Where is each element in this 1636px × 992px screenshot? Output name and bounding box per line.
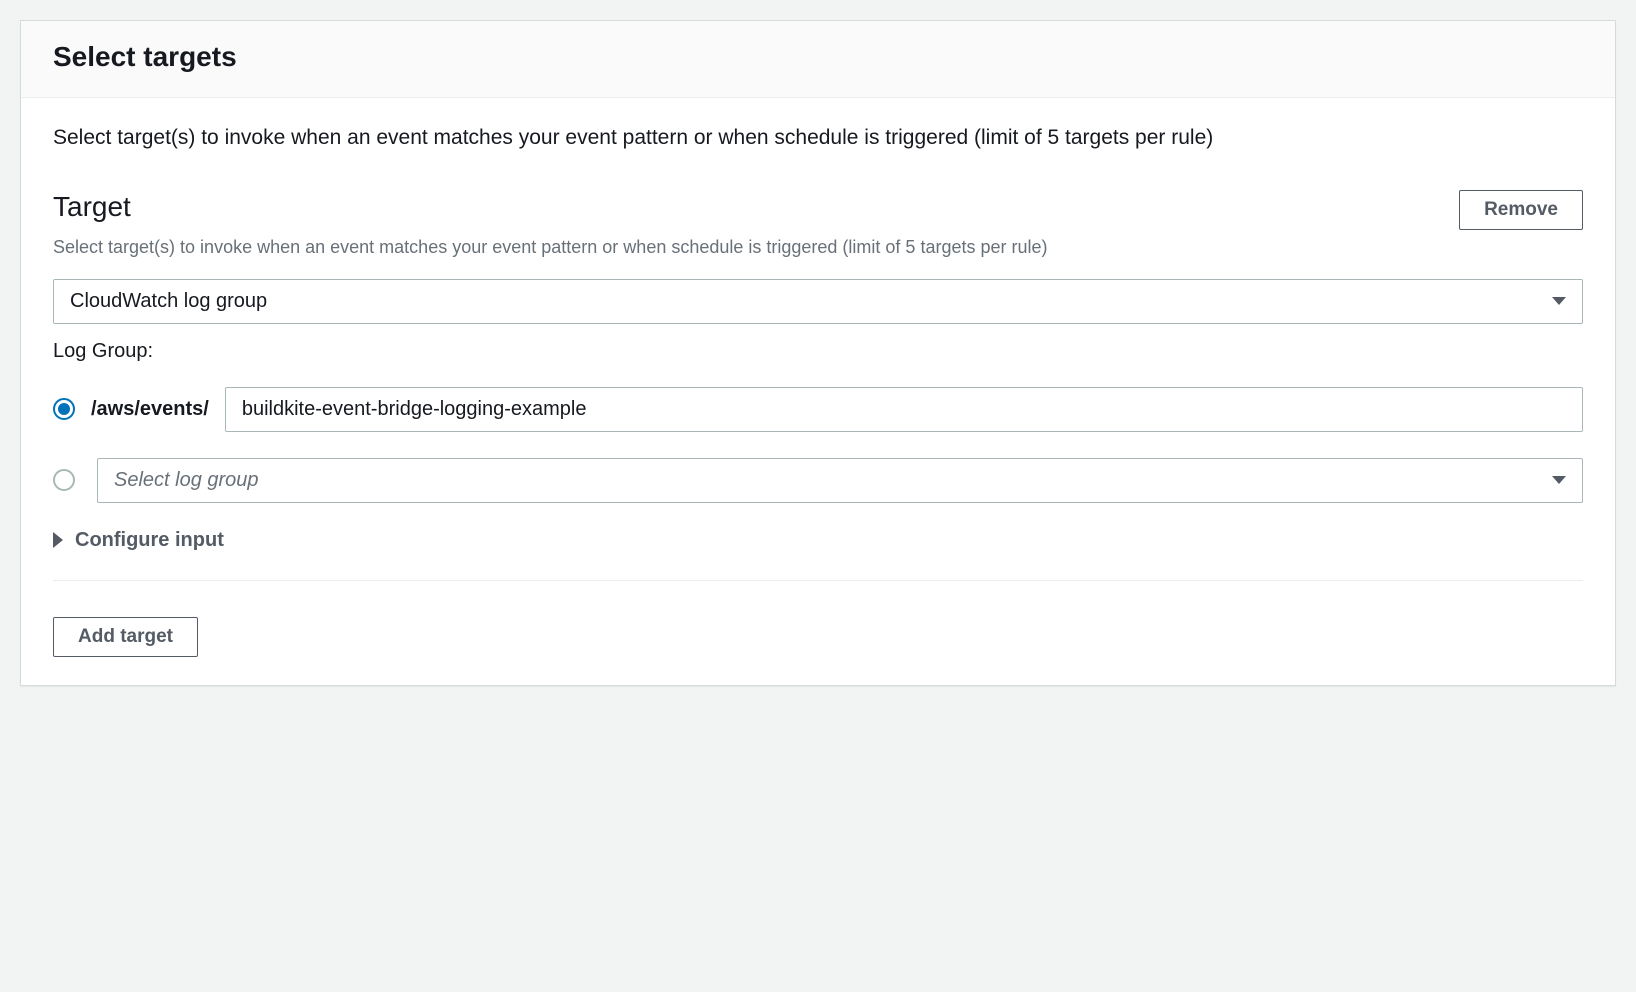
existing-log-group-select[interactable]: Select log group [97, 458, 1583, 503]
target-block: Target Remove Select target(s) to invoke… [53, 190, 1583, 581]
configure-input-toggle[interactable]: Configure input [53, 529, 1583, 552]
target-subtitle: Select target(s) to invoke when an event… [53, 234, 1153, 261]
log-group-name-input[interactable] [225, 387, 1583, 432]
log-group-new-row: /aws/events/ [53, 387, 1583, 432]
add-target-button[interactable]: Add target [53, 617, 198, 657]
panel-description: Select target(s) to invoke when an event… [53, 122, 1583, 154]
panel-title: Select targets [53, 41, 1583, 73]
radio-existing-log-group[interactable] [53, 469, 75, 491]
chevron-down-icon [1552, 297, 1566, 305]
target-type-value: CloudWatch log group [70, 290, 267, 313]
select-targets-panel: Select targets Select target(s) to invok… [20, 20, 1616, 686]
target-header-row: Target Remove [53, 190, 1583, 230]
radio-new-log-group[interactable] [53, 398, 75, 420]
chevron-down-icon [1552, 476, 1566, 484]
remove-button[interactable]: Remove [1459, 190, 1583, 230]
panel-header: Select targets [21, 21, 1615, 98]
caret-right-icon [53, 532, 63, 548]
log-group-existing-row: Select log group [53, 458, 1583, 503]
target-heading-wrap: Target [53, 190, 131, 224]
configure-input-label: Configure input [75, 529, 224, 552]
existing-log-group-placeholder: Select log group [114, 469, 259, 492]
target-type-select[interactable]: CloudWatch log group [53, 279, 1583, 324]
panel-body: Select target(s) to invoke when an event… [21, 98, 1615, 685]
log-group-label: Log Group: [53, 340, 1583, 363]
target-heading: Target [53, 190, 131, 224]
log-group-prefix: /aws/events/ [91, 398, 209, 421]
